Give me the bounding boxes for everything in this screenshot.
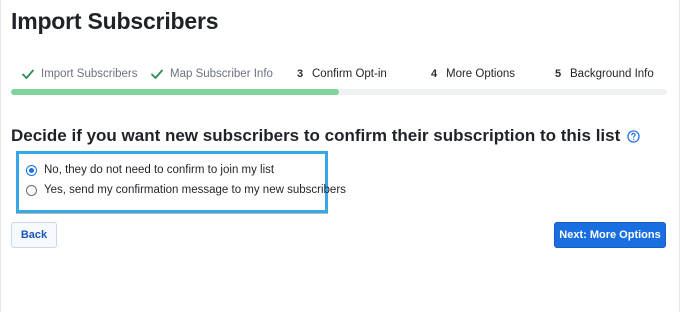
progress-bar [11,89,667,95]
check-icon [151,69,163,79]
page-frame: Import Subscribers Import Subscribers Ma… [0,0,680,312]
step-label: Background Info [570,68,654,80]
divider [16,213,328,214]
step-map-subscriber-info[interactable]: Map Subscriber Info [150,66,273,82]
next-more-options-button[interactable]: Next: More Options [554,222,666,248]
step-number: 3 [296,68,304,80]
step-number: 4 [430,68,438,80]
opt-in-options-group: No, they do not need to confirm to join … [16,151,346,213]
back-button[interactable]: Back [11,222,57,248]
step-label: More Options [446,68,516,80]
progress-bar-fill [11,89,339,95]
step-background-info[interactable]: 5 Background Info [551,66,654,82]
question-text: Decide if you want new subscribers to co… [11,126,621,145]
option-send-confirmation[interactable]: Yes, send my confirmation message to my … [26,182,346,198]
step-label: Import Subscribers [41,68,138,80]
check-icon [22,69,34,79]
radio-no-confirm[interactable] [26,164,37,176]
step-label: Map Subscriber Info [170,68,273,80]
page-title: Import Subscribers [11,8,219,34]
option-label: Yes, send my confirmation message to my … [44,184,346,196]
option-no-confirm[interactable]: No, they do not need to confirm to join … [26,162,274,178]
step-number: 5 [554,68,562,80]
step-confirm-opt-in[interactable]: 3 Confirm Opt-in [293,66,387,82]
help-circle-icon[interactable] [627,129,640,143]
step-import-subscribers[interactable]: Import Subscribers [21,66,138,82]
step-more-options[interactable]: 4 More Options [427,66,515,82]
stepper: Import Subscribers Map Subscriber Info 3… [11,58,667,88]
option-label: No, they do not need to confirm to join … [44,164,275,176]
step-label: Confirm Opt-in [312,68,387,80]
opt-in-question: Decide if you want new subscribers to co… [11,126,671,146]
radio-send-confirmation[interactable] [26,184,37,196]
